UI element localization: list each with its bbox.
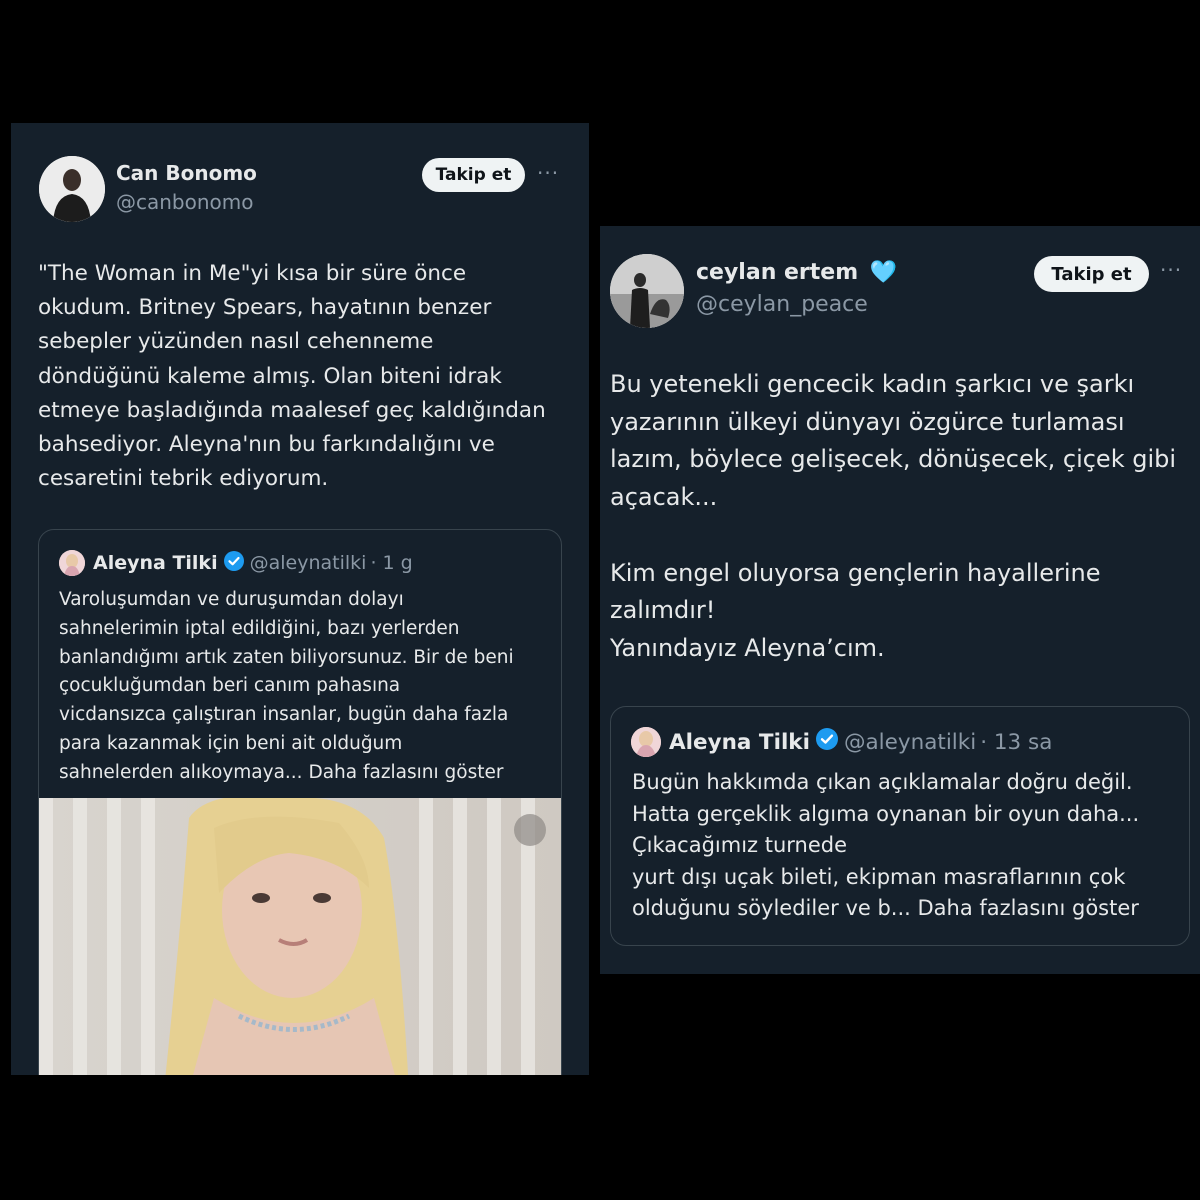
quoted-tweet-header: Aleyna Tilki @aleynatilki · 1 g: [59, 550, 413, 576]
author-avatar[interactable]: [610, 254, 684, 328]
author-name-text: ceylan ertem: [696, 260, 859, 285]
quoted-tweet-text: Varoluşumdan ve duruşumdan dolayı sahnel…: [59, 589, 514, 783]
tweet-card-can-bonomo: Can Bonomo @canbonomo Takip et ··· "The …: [11, 123, 589, 1075]
quoted-tweet-text: Bugün hakkımda çıkan açıklamalar doğru d…: [632, 770, 1140, 921]
quoted-tweet[interactable]: Aleyna Tilki @aleynatilki · 1 g Varoluşu…: [38, 529, 562, 1075]
author-handle[interactable]: @canbonomo: [116, 190, 254, 214]
quoted-tweet-header: Aleyna Tilki @aleynatilki · 13 sa: [631, 727, 1052, 757]
quoted-author-avatar[interactable]: [631, 727, 661, 757]
quoted-tweet-image[interactable]: [39, 798, 561, 1075]
author-name[interactable]: Can Bonomo: [116, 161, 257, 185]
author-avatar[interactable]: [39, 156, 105, 222]
quoted-author-name[interactable]: Aleyna Tilki: [669, 730, 810, 755]
more-options-icon[interactable]: ···: [1160, 258, 1182, 282]
more-options-icon[interactable]: ···: [537, 161, 559, 185]
light-blue-heart-icon: 🩵: [869, 260, 898, 285]
quoted-tweet[interactable]: Aleyna Tilki @aleynatilki · 13 sa Bugün …: [610, 706, 1190, 946]
follow-button[interactable]: Takip et: [422, 158, 525, 192]
tweet-text: "The Woman in Me"yi kısa bir süre önce o…: [38, 261, 546, 492]
quoted-author-handle[interactable]: @aleynatilki: [844, 730, 976, 755]
verified-badge-icon: [223, 550, 244, 576]
tweet-card-ceylan-ertem: ceylan ertem 🩵 @ceylan_peace Takip et ··…: [600, 226, 1200, 974]
verified-badge-icon: [815, 728, 838, 756]
quoted-tweet-time[interactable]: · 1 g: [370, 552, 412, 574]
quoted-author-handle[interactable]: @aleynatilki: [250, 552, 367, 574]
author-name[interactable]: ceylan ertem 🩵: [696, 260, 897, 285]
tweet-text: Bu yetenekli gencecik kadın şarkıcı ve ş…: [610, 370, 1177, 662]
author-handle[interactable]: @ceylan_peace: [696, 292, 868, 317]
follow-button[interactable]: Takip et: [1034, 256, 1149, 292]
quoted-tweet-time[interactable]: · 13 sa: [980, 730, 1052, 755]
quoted-author-name[interactable]: Aleyna Tilki: [93, 552, 218, 574]
quoted-author-avatar[interactable]: [59, 550, 85, 576]
